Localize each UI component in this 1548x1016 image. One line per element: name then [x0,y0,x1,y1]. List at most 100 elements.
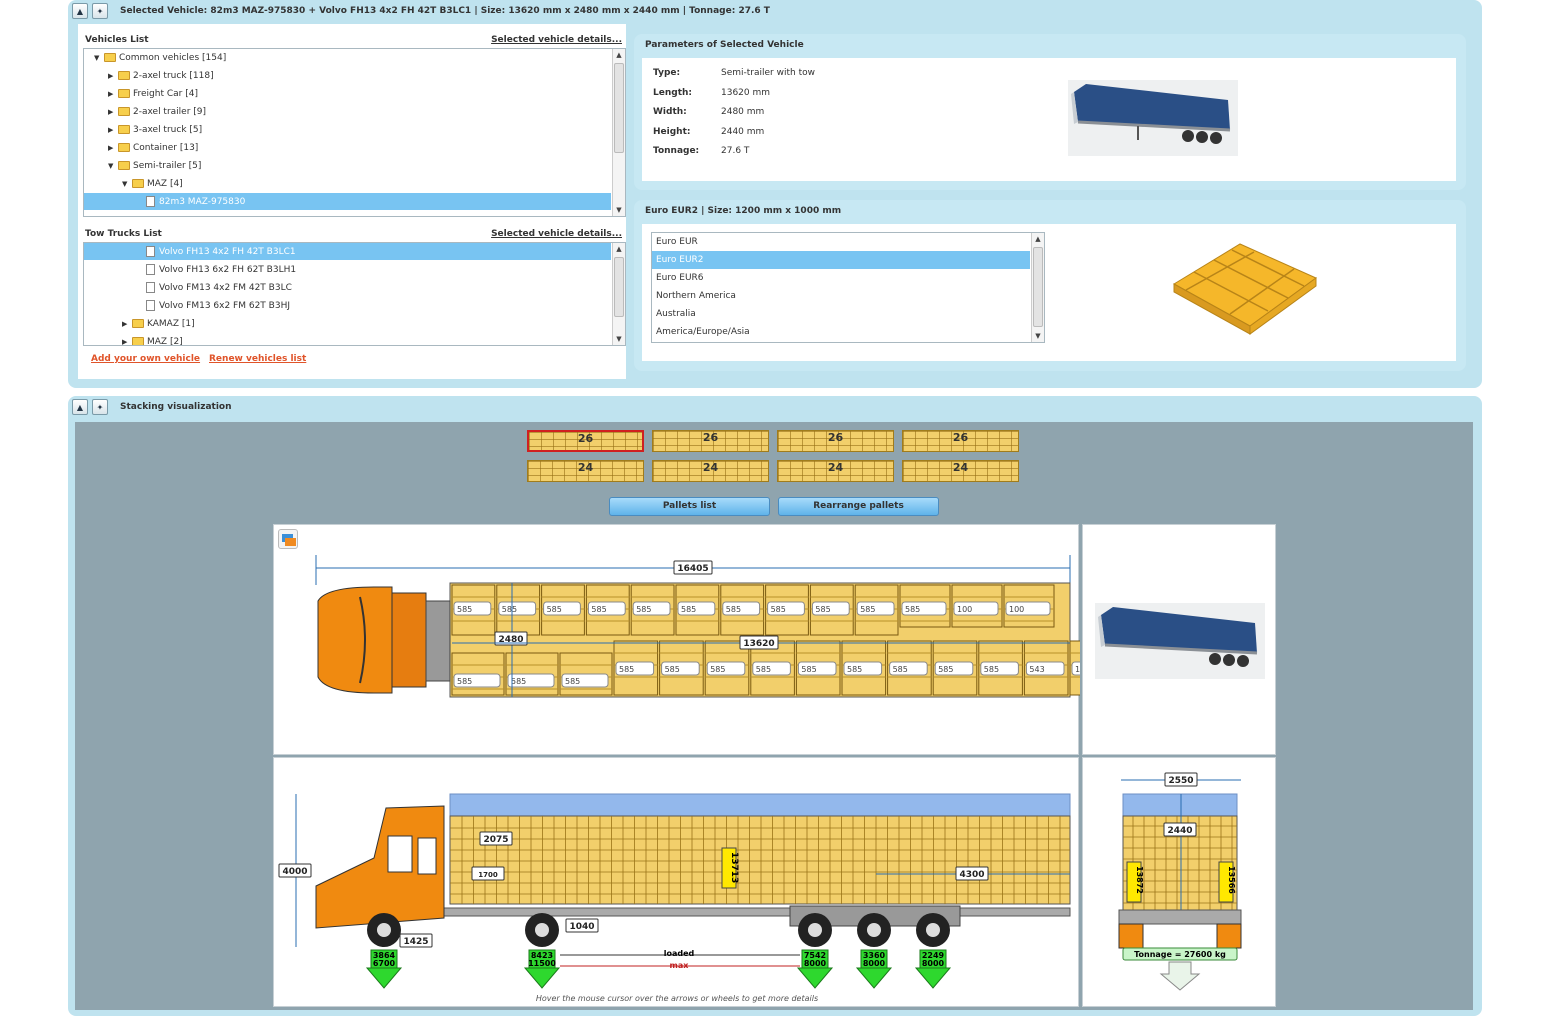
stacking-option[interactable]: 24 [527,460,644,482]
total-length-label: 16405 [677,564,708,574]
tree-item-label: 2-axel truck [118] [133,70,214,81]
tree-item[interactable]: ▶ KAMAZ [1] [84,315,611,332]
tree-item[interactable]: ▶ 2-axel trailer [9] [84,103,611,120]
stacking-option[interactable]: 24 [902,460,1019,482]
add-vehicle-link[interactable]: Add your own vehicle [91,354,200,364]
tow-truck-details-link[interactable]: Selected vehicle details... [491,229,622,239]
wheel-hub [867,923,881,937]
parameters-title: Parameters of Selected Vehicle [645,40,804,50]
pallet-weight: 585 [565,677,580,686]
stacking-option-count: 24 [702,461,719,474]
tree-item-label: 2-axel trailer [9] [133,106,207,117]
stacking-option[interactable]: 26 [777,430,894,452]
tree-item[interactable]: ▶ 3-axel truck [5] [84,121,611,138]
trailer-length-label: 13620 [743,639,774,649]
tree-item[interactable]: Volvo FH13 4x2 FH 42T B3LC1 [84,243,611,260]
tree-item-label: Volvo FH13 4x2 FH 42T B3LC1 [159,246,296,257]
pallet-weight: 543 [1029,665,1044,674]
side-view-drawing: 400020751700 13713 43001040142538646700842… [278,793,1071,1003]
d1040-label: 1040 [569,922,594,932]
vehicles-list-title: Vehicles List [85,35,149,45]
vehicles-scrollbar[interactable]: ▲ ▼ [612,49,625,216]
stacking-option-count: 26 [577,432,594,445]
collapsed-arrow-icon[interactable]: ▶ [122,338,132,346]
stacking-option[interactable]: 24 [777,460,894,482]
vehicles-tree[interactable]: ▲ ▼ ▼ Common vehicles [154] ▶ 2-axel truck [… [83,48,626,217]
tow-trucks-scrollbar[interactable]: ▲ ▼ [612,243,625,345]
cab-side-window [417,837,437,875]
stacking-option-count: 26 [827,431,844,444]
pallet-weight: 585 [457,605,472,614]
stacking-visualization: 26 26 26 26 24 24 24 24 Pallets list Rearrange … [75,422,1473,1010]
hover-hint: Hover the mouse cursor over the arrows o… [536,994,818,1003]
tree-item-label: Container [13] [133,142,199,153]
tree-item[interactable]: ▼ Semi-trailer [5] [84,157,611,174]
parameters-panel: Parameters of Selected Vehicle Type: Semi… [634,34,1466,190]
axle-max: 11500 [528,959,556,968]
pallet-type-item[interactable]: Northern America [652,287,1030,305]
pallets-list-button[interactable]: Pallets list [609,497,770,516]
tree-item[interactable]: Volvo FM13 6x2 FM 62T B3HJ [84,297,611,314]
tree-item[interactable]: ▼ Common vehicles [154] [84,49,611,66]
vehicle-selection-panel: ▲ ✦ Selected Vehicle: 82m3 MAZ-975830 + … [68,0,1482,388]
tree-item[interactable]: Volvo FH13 6x2 FH 62T B3LH1 [84,261,611,278]
pin-icon[interactable]: ✦ [92,3,108,19]
pallet-weight: 585 [502,605,517,614]
stacking-option-count: 24 [827,461,844,474]
expanded-arrow-icon[interactable]: ▼ [94,54,104,62]
stacking-option[interactable]: 26 [652,430,769,452]
collapse-icon[interactable]: ▲ [72,399,88,415]
axle-load-arrowhead [523,967,561,989]
tow-trucks-tree[interactable]: ▲ ▼ Volvo FH13 4x2 FH 42T B3LC1 Volvo FH13… [83,242,626,346]
tow-trucks-title: Tow Trucks List [85,229,162,239]
collapsed-arrow-icon[interactable]: ▶ [108,144,118,152]
pallet-weight: 585 [893,665,908,674]
pallet-type-item[interactable]: Euro EUR2 [652,251,1030,269]
truck-cab-rear [391,592,427,688]
collapse-icon[interactable]: ▲ [72,3,88,19]
pallet-weight: 585 [984,665,999,674]
vehicle-details-link[interactable]: Selected vehicle details... [491,35,622,45]
tonnage-label: Tonnage = 27600 kg [1134,950,1226,959]
parameter-row: Tonnage: 27.6 T [653,146,749,156]
expanded-arrow-icon[interactable]: ▼ [108,162,118,170]
tree-item[interactable]: ▶ MAZ [2] [84,333,611,346]
left-rear-light [1118,923,1144,949]
tree-item[interactable]: ▶ 2-axel truck [118] [84,67,611,84]
tree-item[interactable]: ▼ MAZ [4] [84,175,611,192]
collapsed-arrow-icon[interactable]: ▶ [108,90,118,98]
collapsed-arrow-icon[interactable]: ▶ [108,72,118,80]
stacking-option[interactable]: 26 [527,430,644,452]
tree-item[interactable]: ▶ Container [13] [84,139,611,156]
tree-item[interactable]: 82m3 MAZ-975830 [84,193,611,210]
stacking-option-count: 24 [952,461,969,474]
tree-item[interactable]: Volvo FM13 4x2 FM 42T B3LC [84,279,611,296]
pallet-type-item[interactable]: America/Europe/Asia [652,323,1030,341]
pallet-weight: 585 [847,665,862,674]
tree-item[interactable]: ▶ Freight Car [4] [84,85,611,102]
collapsed-arrow-icon[interactable]: ▶ [108,108,118,116]
pallet-weight: 585 [547,605,562,614]
stacking-title: Stacking visualization [120,402,232,412]
pallet-type-item[interactable]: Euro EUR6 [652,269,1030,287]
pallet-weight: 585 [511,677,526,686]
pallet-type-list[interactable]: ▲ ▼ Euro EUR Euro EUR2 Euro EUR6 Northern Am… [651,232,1045,343]
pallet-weight: 585 [619,665,634,674]
pin-icon[interactable]: ✦ [92,399,108,415]
semi-trailer-image [1095,603,1265,679]
stacking-option[interactable]: 26 [902,430,1019,452]
pallet-weight: 100 [957,605,972,614]
stacking-option[interactable]: 24 [652,460,769,482]
pallet-type-item[interactable]: Euro EUR [652,233,1030,251]
collapsed-arrow-icon[interactable]: ▶ [122,320,132,328]
pallet-list-scrollbar[interactable]: ▲ ▼ [1031,233,1044,342]
selected-vehicle-summary: Selected Vehicle: 82m3 MAZ-975830 + Volv… [120,6,770,16]
expanded-arrow-icon[interactable]: ▼ [122,180,132,188]
vehicle-panel-header: ▲ ✦ Selected Vehicle: 82m3 MAZ-975830 + … [68,0,1482,22]
collapsed-arrow-icon[interactable]: ▶ [108,126,118,134]
loaded-legend: loaded [664,949,695,958]
pallet-type-item[interactable]: Australia [652,305,1030,323]
rearrange-pallets-button[interactable]: Rearrange pallets [778,497,939,516]
parameter-value: 2440 mm [721,126,765,137]
renew-vehicles-link[interactable]: Renew vehicles list [209,354,306,364]
